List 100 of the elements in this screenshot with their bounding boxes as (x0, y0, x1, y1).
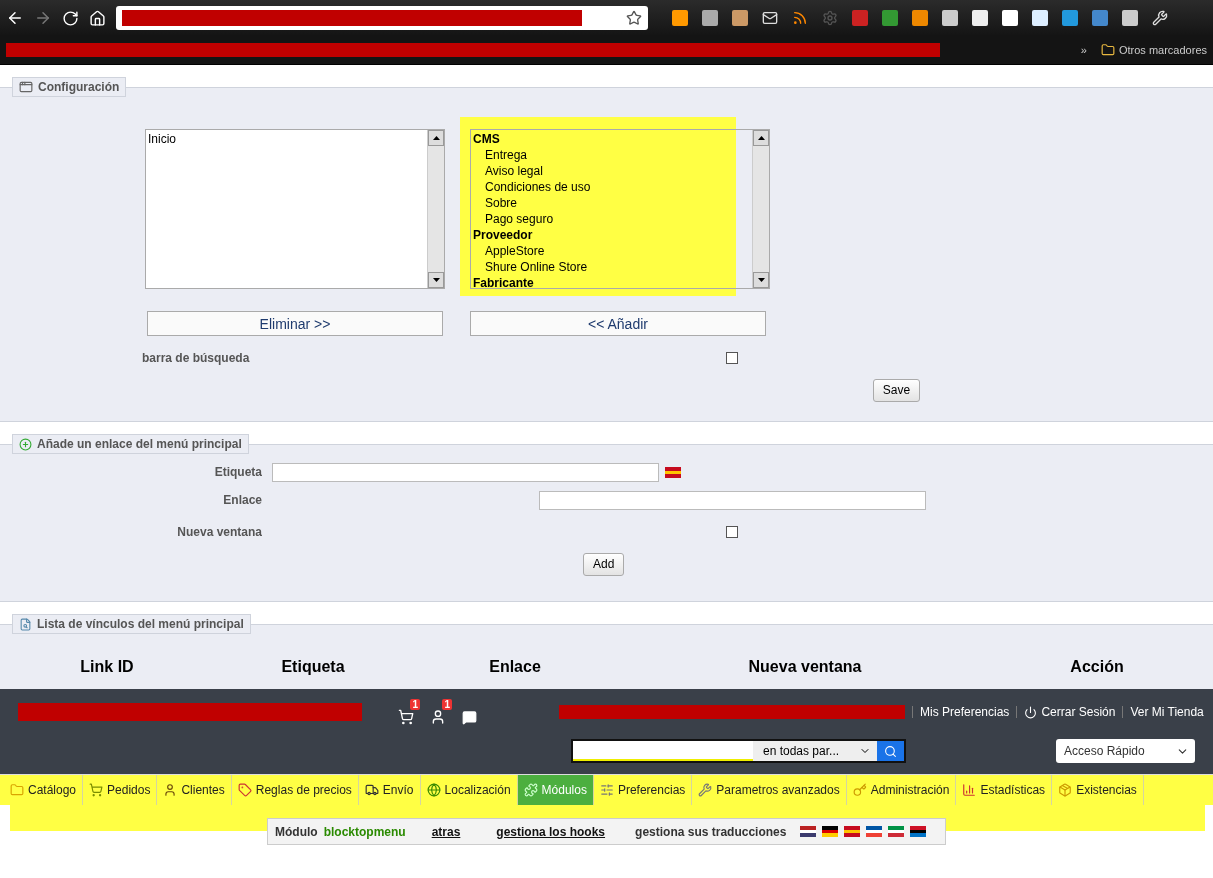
home-icon[interactable] (89, 9, 106, 27)
wrench-icon[interactable] (1152, 10, 1168, 26)
count-badge: 1 (410, 699, 420, 710)
extension-icon[interactable] (1002, 10, 1018, 26)
list-option[interactable]: Sobre (473, 195, 750, 211)
flag-icon (888, 826, 905, 837)
cart-icon (89, 783, 104, 797)
input-field[interactable] (272, 462, 659, 482)
list-option[interactable]: Inicio (148, 131, 425, 147)
list-option[interactable]: CMS (473, 131, 750, 147)
list-option[interactable]: Condiciones de uso (473, 179, 750, 195)
count-badge: 1 (442, 699, 452, 710)
extension-icon[interactable] (1032, 10, 1048, 26)
flag-icon (844, 826, 861, 837)
bookmarks-overflow[interactable]: » (1080, 44, 1087, 56)
cart-button[interactable]: 1 (398, 699, 420, 725)
column-header: Link ID (79, 658, 135, 676)
star-icon[interactable] (626, 10, 642, 26)
flag-icon (866, 826, 883, 837)
section-title: Lista de vínculos del menú principal (12, 614, 251, 634)
extension-icon[interactable] (1092, 10, 1108, 26)
list-option[interactable]: Entrega (473, 147, 750, 163)
down-arrow-icon[interactable] (432, 278, 440, 282)
add-button[interactable]: << Añadir (470, 311, 766, 336)
field-label: Enlace (222, 493, 262, 507)
window-icon (19, 80, 33, 94)
header-link[interactable]: Mis Preferencias (920, 705, 1010, 719)
extension-icon[interactable] (942, 10, 958, 26)
list-option[interactable]: AppleStore (473, 243, 750, 259)
bar-chart-icon (962, 783, 977, 797)
up-arrow-icon[interactable] (432, 136, 440, 140)
extension-icon[interactable] (912, 10, 928, 26)
search-button[interactable] (877, 741, 904, 761)
translations-label: gestiona sus traducciones (635, 824, 787, 839)
extension-icon[interactable] (882, 10, 898, 26)
input-field[interactable] (539, 490, 926, 510)
person-icon (430, 709, 446, 725)
list-option[interactable]: Fabricante (473, 275, 750, 291)
back-link[interactable]: atras (431, 824, 461, 839)
column-header: Enlace (488, 658, 542, 676)
flag-icon (800, 826, 817, 837)
checkbox[interactable] (726, 352, 738, 364)
down-arrow-icon[interactable] (757, 278, 765, 282)
list-box[interactable]: CMS Entrega Aviso legal Condiciones de uso Sobre Pago seguro Proveedor AppleStore Shure Online Store Fabricante (470, 129, 770, 289)
tag-icon (237, 783, 252, 797)
list-option[interactable]: Aviso legal (473, 163, 750, 179)
extension-icon[interactable] (672, 10, 688, 26)
key-icon (852, 783, 867, 797)
cart-icon (398, 709, 414, 725)
extension-icon[interactable] (702, 10, 718, 26)
header-link[interactable]: Cerrar Sesión (1024, 705, 1116, 719)
puzzle-icon (523, 783, 538, 797)
list-option[interactable]: Proveedor (473, 227, 750, 243)
extension-icon[interactable] (972, 10, 988, 26)
mail-icon[interactable] (762, 10, 778, 26)
person-icon (163, 783, 178, 797)
chat-icon[interactable] (462, 709, 477, 725)
rss-icon[interactable] (792, 10, 808, 26)
checkbox[interactable] (726, 526, 738, 538)
quick-access-dropdown[interactable]: Acceso Rápido (1056, 739, 1195, 763)
address-bar[interactable] (116, 6, 648, 30)
column-header: Nueva ventana (747, 658, 863, 676)
globe-icon (426, 783, 441, 797)
folder-icon (1100, 43, 1115, 57)
back-icon[interactable] (6, 9, 24, 27)
hooks-link[interactable]: gestiona los hooks (496, 824, 606, 839)
remove-button[interactable]: Eliminar >> (147, 311, 443, 336)
save-button[interactable]: Save (872, 378, 921, 402)
wrench-icon (698, 783, 713, 797)
add-button[interactable]: Add (583, 552, 625, 576)
field-label: Nueva ventana (176, 525, 262, 539)
extension-icon[interactable] (1122, 10, 1138, 26)
list-box[interactable]: Inicio (145, 129, 445, 289)
list-option[interactable]: Pago seguro (473, 211, 750, 227)
up-arrow-icon[interactable] (757, 136, 765, 140)
other-bookmarks[interactable]: Otros marcadores (1118, 44, 1207, 56)
search-field[interactable] (573, 741, 753, 761)
customers-button[interactable]: 1 (430, 699, 452, 725)
folder-icon (10, 783, 24, 797)
list-option[interactable]: Shure Online Store (473, 259, 750, 275)
extension-icon[interactable] (1062, 10, 1078, 26)
extension-icon[interactable] (732, 10, 748, 26)
scrollbar[interactable] (752, 130, 769, 288)
search-icon (884, 744, 897, 758)
column-header: Acción (1069, 658, 1125, 676)
section-title: Añade un enlace del menú principal (12, 434, 249, 454)
reload-icon[interactable] (62, 9, 79, 27)
power-icon (1024, 705, 1038, 719)
header-link[interactable]: Ver Mi Tienda (1130, 705, 1204, 719)
field-label: Etiqueta (213, 465, 262, 479)
flag-icon (665, 466, 681, 478)
forward-icon[interactable] (34, 9, 52, 27)
extension-icon[interactable] (852, 10, 868, 26)
gear-icon[interactable] (822, 10, 838, 26)
package-icon (1058, 783, 1073, 797)
field-label: barra de búsqueda (142, 351, 251, 365)
scope-dropdown[interactable]: en todas par... (753, 741, 877, 761)
scrollbar[interactable] (427, 130, 444, 288)
column-header: Etiqueta (280, 658, 346, 676)
module-label: Módulo (275, 824, 318, 839)
